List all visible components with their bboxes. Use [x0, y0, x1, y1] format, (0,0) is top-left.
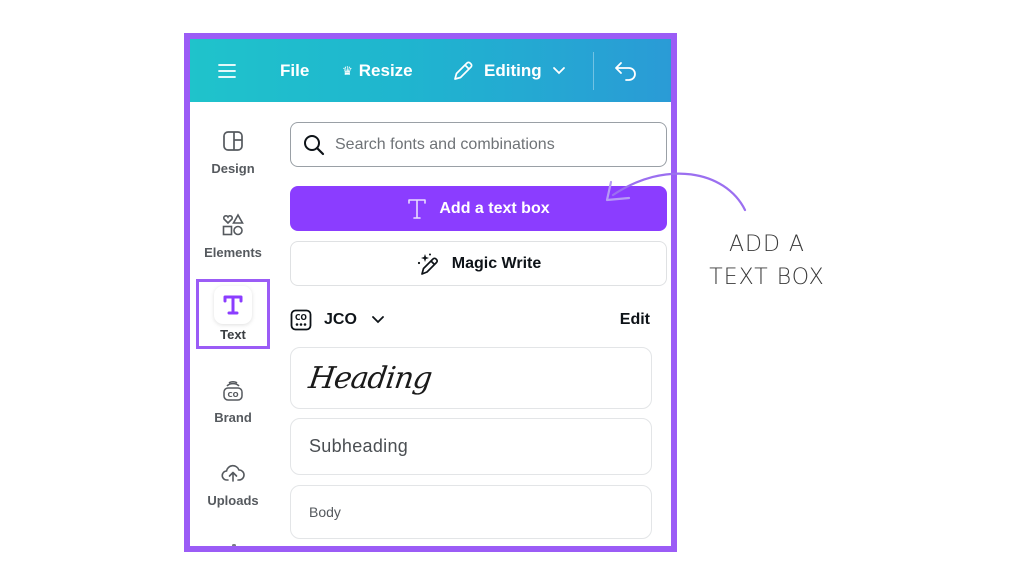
top-toolbar: File ♛ Resize Editing: [190, 39, 671, 102]
brand-kit-edit-link[interactable]: Edit: [620, 311, 650, 329]
subheading-style-card[interactable]: Subheading: [290, 418, 652, 475]
annotation-label: ADD A TEXT BOX: [700, 228, 834, 294]
font-search-input[interactable]: [335, 135, 635, 154]
sidebar-more-indicator: [232, 544, 236, 546]
editing-label: Editing: [484, 60, 542, 80]
menu-button[interactable]: [218, 39, 236, 102]
resize-button[interactable]: ♛ Resize: [342, 39, 413, 102]
svg-text:CO: CO: [227, 391, 238, 399]
subheading-sample: Subheading: [309, 436, 409, 456]
pencil-icon: [454, 61, 473, 80]
body-sample: Body: [309, 504, 341, 520]
sidebar-item-label: Elements: [204, 245, 262, 260]
sidebar-item-elements[interactable]: Elements: [190, 212, 276, 260]
sidebar-item-label: Text: [220, 327, 246, 342]
canva-panel-frame: File ♛ Resize Editing Design Elements Te…: [184, 33, 677, 552]
heading-sample: Heading: [306, 360, 434, 396]
toolbar-divider: [593, 52, 594, 90]
brand-kit-row: CO JCO Edit: [290, 305, 650, 335]
cloud-upload-icon: [220, 460, 246, 486]
undo-button[interactable]: [614, 39, 638, 102]
text-t-icon: [408, 198, 427, 219]
editing-mode-dropdown[interactable]: Editing: [452, 39, 566, 102]
design-layout-icon: [220, 128, 246, 154]
magic-wand-pencil-icon: [417, 253, 438, 275]
sidebar-item-uploads[interactable]: Uploads: [190, 460, 276, 508]
annotation-line-2: TEXT BOX: [709, 265, 825, 290]
hamburger-menu-icon: [218, 63, 236, 78]
text-t-icon: [214, 286, 252, 324]
magic-write-label: Magic Write: [451, 254, 542, 272]
file-menu-button[interactable]: File: [280, 39, 309, 102]
brand-kit-icon: CO: [290, 309, 312, 331]
sidebar-item-label: Brand: [214, 410, 252, 425]
sidebar-item-brand[interactable]: CO Brand: [190, 377, 276, 425]
sidebar: Design Elements Text CO Brand Uploads: [190, 102, 276, 546]
svg-text:CO: CO: [295, 313, 307, 322]
magic-write-button[interactable]: Magic Write: [290, 241, 667, 286]
sidebar-item-design[interactable]: Design: [190, 128, 276, 176]
sidebar-item-label: Uploads: [207, 493, 259, 508]
undo-icon: [615, 61, 636, 81]
annotation-line-1: ADD A: [729, 232, 805, 257]
file-label: File: [280, 60, 310, 80]
sidebar-item-text[interactable]: Text: [196, 279, 270, 349]
heading-style-card[interactable]: Heading: [290, 347, 652, 409]
sidebar-item-label: Design: [211, 161, 255, 176]
crown-icon: ♛: [342, 63, 353, 78]
search-icon: [304, 134, 325, 155]
add-text-box-label: Add a text box: [439, 199, 550, 217]
brand-kit-selector[interactable]: JCO: [324, 311, 357, 329]
chevron-down-icon: [552, 66, 565, 74]
body-style-card[interactable]: Body: [290, 485, 652, 539]
chevron-down-icon[interactable]: [371, 315, 385, 325]
brand-kit-icon: CO: [220, 377, 246, 403]
elements-shapes-icon: [220, 212, 246, 238]
annotation-arrow: [605, 172, 747, 212]
resize-label: Resize: [358, 60, 413, 80]
